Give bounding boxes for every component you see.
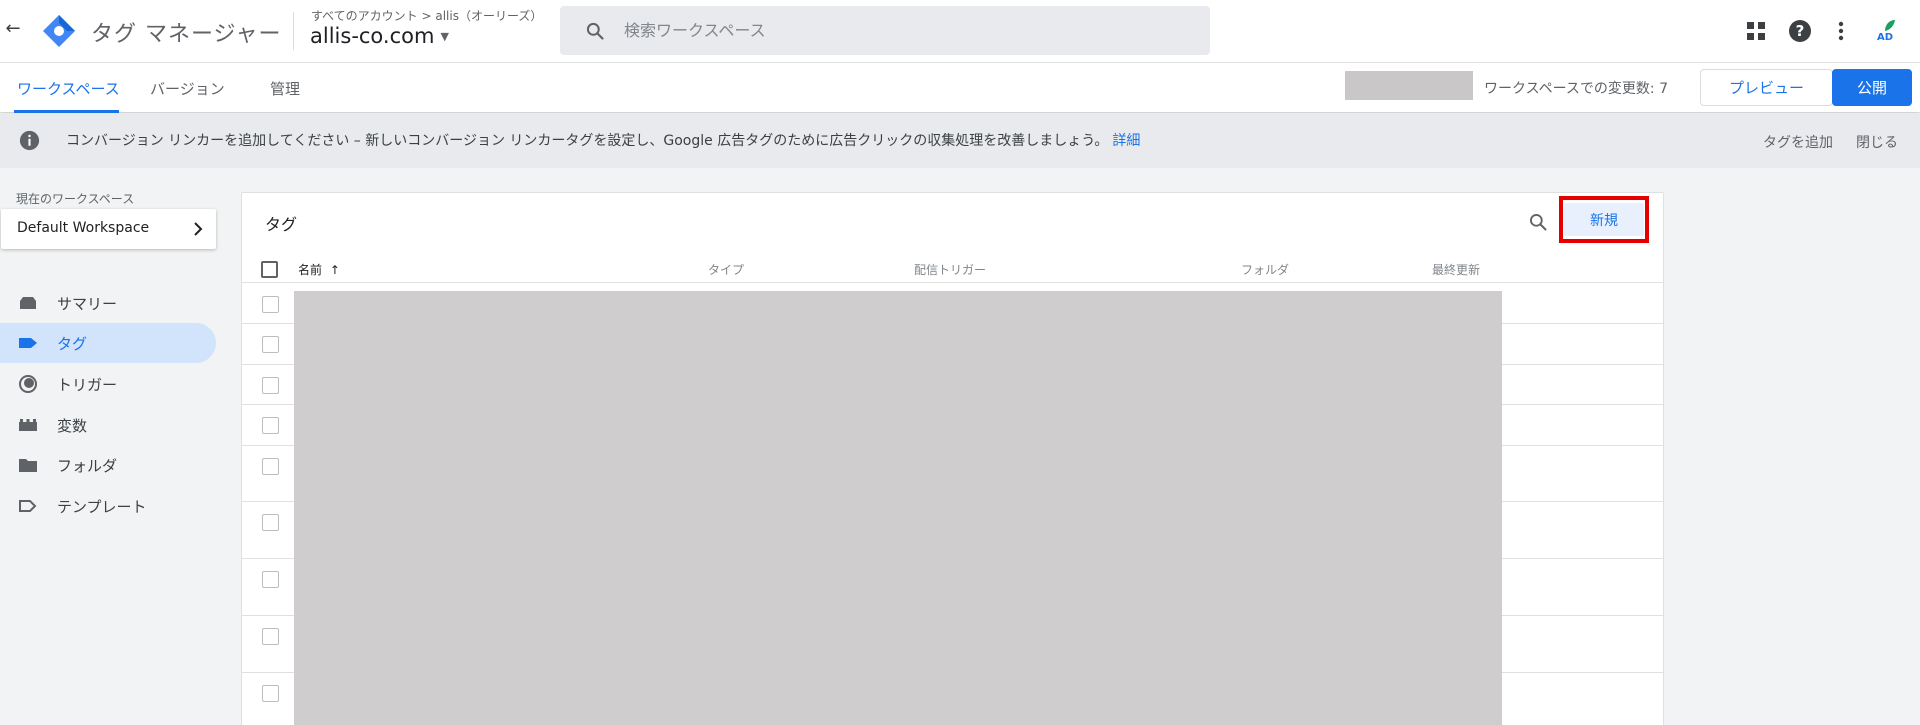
card-title: タグ	[265, 215, 298, 234]
select-all-checkbox[interactable]	[261, 261, 278, 278]
row-checkbox[interactable]	[262, 628, 279, 645]
tab-versions[interactable]: バージョン	[150, 78, 225, 99]
sidebar-item-label: タグ	[57, 335, 88, 353]
tag-manager-logo	[43, 15, 75, 47]
sidebar-item-triggers[interactable]: トリガー	[0, 364, 216, 404]
row-checkbox[interactable]	[262, 296, 279, 313]
redacted-content	[294, 291, 1502, 725]
chevron-right-icon	[194, 222, 203, 236]
preview-button[interactable]: プレビュー	[1700, 69, 1833, 106]
publish-button[interactable]: 公開	[1832, 69, 1912, 106]
close-banner-link[interactable]: 閉じる	[1856, 132, 1898, 152]
row-checkbox[interactable]	[262, 571, 279, 588]
account-avatar[interactable]: AD	[1875, 19, 1899, 47]
workspace-selector[interactable]: Default Workspace	[1, 209, 216, 249]
row-checkbox[interactable]	[262, 377, 279, 394]
row-checkbox[interactable]	[262, 417, 279, 434]
workspace-search[interactable]	[560, 6, 1210, 55]
banner-text: コンバージョン リンカーを追加してください – 新しいコンバージョン リンカータ…	[66, 133, 1109, 149]
template-icon	[19, 500, 37, 512]
tag-icon	[19, 338, 37, 348]
tags-card: タグ 新規 名前 ↑ タイプ 配信トリガー フォルダ 最終更新	[241, 192, 1664, 725]
sidebar-item-tags[interactable]: タグ	[0, 323, 216, 363]
sidebar-item-label: サマリー	[57, 295, 118, 313]
workspace-name: Default Workspace	[17, 220, 150, 236]
search-icon	[586, 22, 604, 40]
help-icon[interactable]: ?	[1788, 19, 1812, 43]
banner-message: コンバージョン リンカーを追加してください – 新しいコンバージョン リンカータ…	[66, 130, 1140, 150]
column-header-last-edited[interactable]: 最終更新	[1432, 261, 1480, 278]
row-checkbox[interactable]	[262, 514, 279, 531]
sidebar-item-label: 変数	[57, 417, 88, 435]
back-arrow-icon[interactable]: ←	[2, 18, 24, 40]
workspace-changes-count: ワークスペースでの変更数: 7	[1484, 81, 1668, 97]
row-checkbox[interactable]	[262, 458, 279, 475]
sidebar-item-summary[interactable]: サマリー	[0, 283, 216, 323]
current-workspace-label: 現在のワークスペース	[16, 192, 135, 206]
sort-arrow-icon: ↑	[329, 263, 340, 277]
search-icon[interactable]	[1528, 212, 1548, 232]
trigger-icon	[19, 375, 37, 393]
sidebar-item-templates[interactable]: テンプレート	[0, 486, 216, 526]
column-header-name[interactable]: 名前 ↑	[298, 261, 340, 278]
apps-grid-icon[interactable]	[1744, 19, 1768, 43]
container-name: allis-co.com	[310, 24, 435, 48]
sidebar-item-label: テンプレート	[57, 498, 147, 516]
table-header: 名前 ↑ タイプ 配信トリガー フォルダ 最終更新	[242, 255, 1663, 283]
row-checkbox[interactable]	[262, 685, 279, 702]
summary-icon	[20, 297, 36, 309]
sidebar-item-label: フォルダ	[57, 457, 118, 475]
avatar-initials: AD	[1877, 32, 1894, 43]
banner-details-link[interactable]: 詳細	[1112, 133, 1140, 149]
add-tag-link[interactable]: タグを追加	[1763, 132, 1833, 152]
folder-icon	[19, 459, 37, 472]
leaf-icon	[1885, 20, 1895, 31]
column-header-firing-triggers[interactable]: 配信トリガー	[914, 261, 986, 278]
info-icon	[19, 130, 40, 151]
sub-navigation: ワークスペース バージョン 管理 ワークスペースでの変更数: 7 プレビュー 公…	[0, 62, 1920, 113]
sidebar-item-folders[interactable]: フォルダ	[0, 445, 216, 485]
account-breadcrumb[interactable]: すべてのアカウント > allis（オーリーズ）	[311, 7, 542, 24]
conversion-linker-banner: コンバージョン リンカーを追加してください – 新しいコンバージョン リンカータ…	[0, 113, 1920, 168]
top-app-bar: ← タグ マネージャー すべてのアカウント > allis（オーリーズ） all…	[0, 0, 1920, 62]
more-vert-icon[interactable]	[1829, 19, 1853, 43]
tab-admin[interactable]: 管理	[270, 78, 300, 99]
redacted-box	[1345, 71, 1473, 100]
column-header-folder[interactable]: フォルダ	[1241, 261, 1289, 278]
svg-text:?: ?	[1796, 22, 1805, 40]
tab-workspace[interactable]: ワークスペース	[17, 78, 120, 99]
sidebar-item-variables[interactable]: 変数	[0, 405, 216, 445]
new-tag-button[interactable]: 新規	[1564, 203, 1644, 236]
search-input[interactable]	[624, 16, 1184, 44]
sidebar-item-label: トリガー	[57, 376, 118, 394]
row-checkbox[interactable]	[262, 336, 279, 353]
divider	[293, 12, 294, 50]
container-selector[interactable]: allis-co.com ▼	[310, 24, 449, 48]
app-title: タグ マネージャー	[91, 22, 282, 47]
column-header-type[interactable]: タイプ	[708, 261, 744, 278]
variables-icon	[19, 419, 37, 431]
chevron-down-icon: ▼	[440, 29, 449, 43]
